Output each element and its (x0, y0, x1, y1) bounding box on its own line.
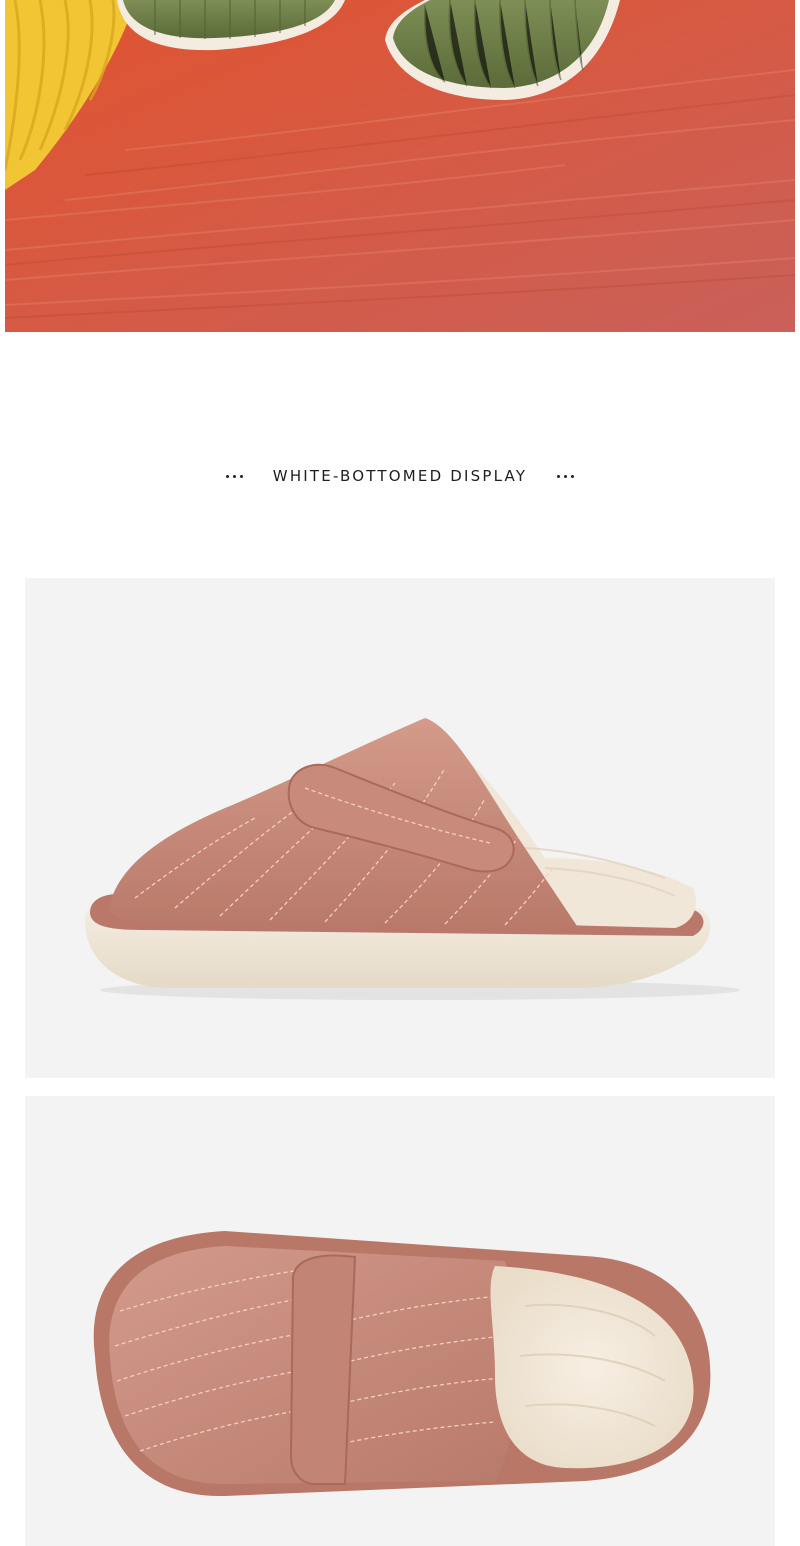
lifestyle-photo (5, 0, 795, 332)
pink-slipper-top-illustration (93, 1231, 711, 1497)
heading-dots-left (225, 474, 243, 478)
pink-slipper-side-illustration (85, 718, 740, 1000)
product-top-view (25, 1096, 775, 1546)
velcro-strap-top (289, 1254, 357, 1485)
lifestyle-illustration (5, 0, 795, 332)
section-title: WHITE-BOTTOMED DISPLAY (272, 467, 528, 485)
heading-dots-right (557, 474, 575, 478)
product-side-view (25, 578, 775, 1078)
section-heading: WHITE-BOTTOMED DISPLAY (0, 455, 800, 497)
